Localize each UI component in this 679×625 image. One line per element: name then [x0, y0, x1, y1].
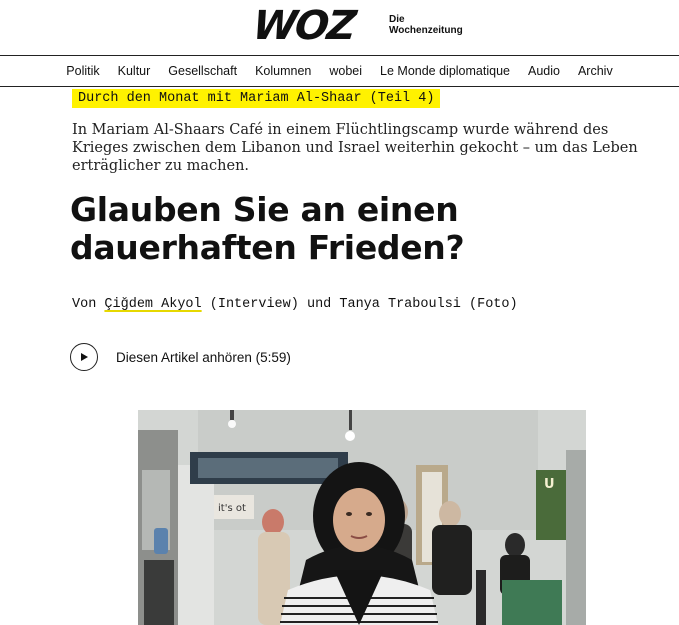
- audio-player: Diesen Artikel anhören (5:59): [70, 342, 291, 372]
- nav-item-gesellschaft[interactable]: Gesellschaft: [168, 64, 237, 78]
- nav-item-audio[interactable]: Audio: [528, 64, 560, 78]
- nav-item-kolumnen[interactable]: Kolumnen: [255, 64, 311, 78]
- author-link[interactable]: Çiğdem Akyol: [104, 297, 201, 312]
- svg-text:it's ot: it's ot: [218, 503, 246, 514]
- byline-role: (Interview) und Tanya Traboulsi (Foto): [209, 297, 518, 312]
- main-navigation: Politik Kultur Gesellschaft Kolumnen wob…: [0, 55, 679, 87]
- nav-item-le-monde-diplomatique[interactable]: Le Monde diplomatique: [380, 64, 510, 78]
- nav-item-politik[interactable]: Politik: [66, 64, 99, 78]
- byline-prefix: Von: [72, 297, 97, 312]
- cafe-photo-illustration: it's ot U: [138, 410, 586, 625]
- audio-label[interactable]: Diesen Artikel anhören (5:59): [116, 350, 291, 365]
- nav-items: Politik Kultur Gesellschaft Kolumnen wob…: [0, 56, 679, 86]
- article-kicker: Durch den Monat mit Mariam Al-Shaar (Tei…: [72, 89, 441, 108]
- logo-subtitle-line1: Die: [389, 14, 405, 25]
- logo-subtitle: Die Wochenzeitung: [389, 14, 463, 36]
- masthead: WOZ Die Wochenzeitung: [0, 0, 679, 50]
- article-title: Glauben Sie an einen dauerhaften Frieden…: [70, 190, 465, 267]
- logo-subtitle-line2: Wochenzeitung: [389, 25, 463, 36]
- article-lead: In Mariam Al-Shaars Café in einem Flücht…: [72, 122, 638, 174]
- photo-sign-letter: U: [544, 477, 555, 492]
- play-icon: [81, 353, 88, 361]
- byline: Von Çiğdem Akyol (Interview) und Tanya T…: [72, 297, 518, 312]
- nav-item-archiv[interactable]: Archiv: [578, 64, 613, 78]
- woz-logo[interactable]: WOZ: [251, 3, 357, 49]
- kicker-container: Durch den Monat mit Mariam Al-Shaar (Tei…: [72, 88, 441, 108]
- play-button[interactable]: [70, 343, 98, 371]
- nav-item-wobei[interactable]: wobei: [329, 64, 362, 78]
- article-photo[interactable]: it's ot U: [138, 410, 586, 625]
- nav-item-kultur[interactable]: Kultur: [118, 64, 151, 78]
